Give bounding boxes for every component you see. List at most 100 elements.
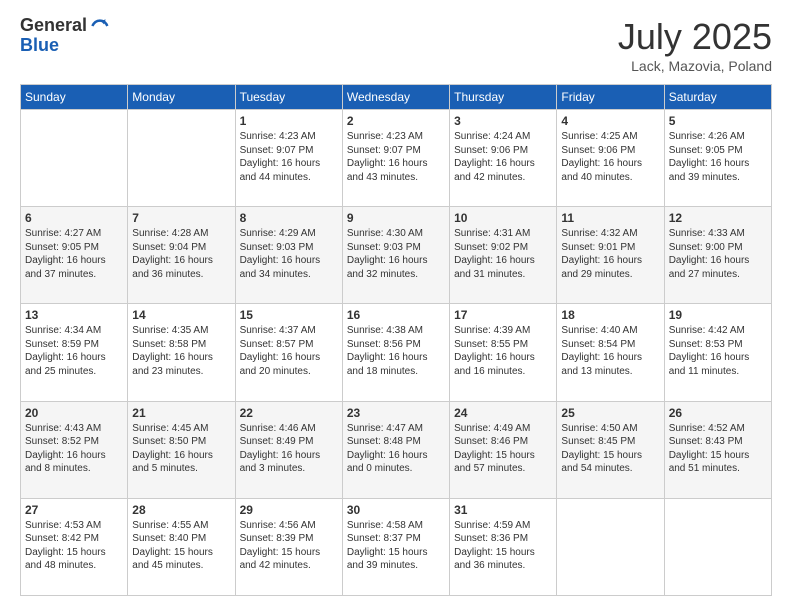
logo: General Blue [20, 16, 109, 56]
calendar-cell: 22 Sunrise: 4:46 AM Sunset: 8:49 PM Dayli… [235, 401, 342, 498]
day-info: Sunrise: 4:23 AM Sunset: 9:07 PM Dayligh… [240, 130, 338, 184]
col-thursday: Thursday [450, 85, 557, 110]
day-info: Sunrise: 4:28 AM Sunset: 9:04 PM Dayligh… [132, 227, 230, 281]
day-info: Sunrise: 4:58 AM Sunset: 8:37 PM Dayligh… [347, 519, 445, 573]
day-number: 1 [240, 114, 338, 128]
calendar-week-3: 20Sunrise: 4:43 AM Sunset: 8:52 PM Dayli… [21, 401, 772, 498]
day-number: 8 [240, 211, 338, 225]
calendar-cell: 9 Sunrise: 4:30 AM Sunset: 9:03 PM Daylig… [342, 207, 449, 304]
calendar-week-0: 1 Sunrise: 4:23 AM Sunset: 9:07 PM Daylig… [21, 110, 772, 207]
calendar-cell: 28 Sunrise: 4:55 AM Sunset: 8:40 PM Dayli… [128, 498, 235, 595]
day-number: 30 [347, 503, 445, 517]
calendar-cell: 16 Sunrise: 4:38 AM Sunset: 8:56 PM Dayli… [342, 304, 449, 401]
calendar-cell [21, 110, 128, 207]
calendar-cell: 2Sunrise: 4:23 AM Sunset: 9:07 PM Daylig… [342, 110, 449, 207]
calendar-cell: 26 Sunrise: 4:52 AM Sunset: 8:43 PM Dayli… [664, 401, 771, 498]
header: General Blue July 2025 Lack, Mazovia, Po… [20, 16, 772, 74]
calendar-cell: 30 Sunrise: 4:58 AM Sunset: 8:37 PM Dayli… [342, 498, 449, 595]
calendar-cell: 10 Sunrise: 4:31 AM Sunset: 9:02 PM Dayli… [450, 207, 557, 304]
calendar-week-4: 27Sunrise: 4:53 AM Sunset: 8:42 PM Dayli… [21, 498, 772, 595]
calendar-cell: 6 Sunrise: 4:27 AM Sunset: 9:05 PM Daylig… [21, 207, 128, 304]
calendar-cell [664, 498, 771, 595]
calendar-cell: 23 Sunrise: 4:47 AM Sunset: 8:48 PM Dayli… [342, 401, 449, 498]
calendar-cell: 14Sunrise: 4:35 AM Sunset: 8:58 PM Dayli… [128, 304, 235, 401]
day-info: Sunrise: 4:33 AM Sunset: 9:00 PM Dayligh… [669, 227, 767, 281]
page: General Blue July 2025 Lack, Mazovia, Po… [0, 0, 792, 612]
day-info: Sunrise: 4:24 AM Sunset: 9:06 PM Dayligh… [454, 130, 552, 184]
day-number: 11 [561, 211, 659, 225]
calendar-cell: 19 Sunrise: 4:42 AM Sunset: 8:53 PM Dayli… [664, 304, 771, 401]
day-number: 21 [132, 406, 230, 420]
col-friday: Friday [557, 85, 664, 110]
day-info: Sunrise: 4:31 AM Sunset: 9:02 PM Dayligh… [454, 227, 552, 281]
day-info: Sunrise: 4:56 AM Sunset: 8:39 PM Dayligh… [240, 519, 338, 573]
calendar-cell: 17 Sunrise: 4:39 AM Sunset: 8:55 PM Dayli… [450, 304, 557, 401]
day-info: Sunrise: 4:55 AM Sunset: 8:40 PM Dayligh… [132, 519, 230, 573]
day-info: Sunrise: 4:46 AM Sunset: 8:49 PM Dayligh… [240, 422, 338, 476]
day-number: 15 [240, 308, 338, 322]
day-number: 31 [454, 503, 552, 517]
day-info: Sunrise: 4:37 AM Sunset: 8:57 PM Dayligh… [240, 324, 338, 378]
day-number: 7 [132, 211, 230, 225]
day-info: Sunrise: 4:23 AM Sunset: 9:07 PM Dayligh… [347, 130, 445, 184]
logo-blue: Blue [20, 36, 109, 56]
calendar-cell: 31Sunrise: 4:59 AM Sunset: 8:36 PM Dayli… [450, 498, 557, 595]
logo-icon [89, 16, 109, 36]
day-number: 12 [669, 211, 767, 225]
logo-text: General Blue [20, 16, 109, 56]
calendar-cell: 20Sunrise: 4:43 AM Sunset: 8:52 PM Dayli… [21, 401, 128, 498]
day-number: 18 [561, 308, 659, 322]
day-number: 14 [132, 308, 230, 322]
day-number: 23 [347, 406, 445, 420]
calendar-cell: 11Sunrise: 4:32 AM Sunset: 9:01 PM Dayli… [557, 207, 664, 304]
day-info: Sunrise: 4:39 AM Sunset: 8:55 PM Dayligh… [454, 324, 552, 378]
col-tuesday: Tuesday [235, 85, 342, 110]
day-number: 24 [454, 406, 552, 420]
calendar-cell: 3Sunrise: 4:24 AM Sunset: 9:06 PM Daylig… [450, 110, 557, 207]
day-number: 16 [347, 308, 445, 322]
calendar-cell: 18 Sunrise: 4:40 AM Sunset: 8:54 PM Dayli… [557, 304, 664, 401]
day-number: 9 [347, 211, 445, 225]
day-info: Sunrise: 4:47 AM Sunset: 8:48 PM Dayligh… [347, 422, 445, 476]
calendar-cell [557, 498, 664, 595]
col-sunday: Sunday [21, 85, 128, 110]
day-info: Sunrise: 4:45 AM Sunset: 8:50 PM Dayligh… [132, 422, 230, 476]
day-info: Sunrise: 4:49 AM Sunset: 8:46 PM Dayligh… [454, 422, 552, 476]
month-title: July 2025 [618, 16, 772, 58]
day-number: 28 [132, 503, 230, 517]
col-saturday: Saturday [664, 85, 771, 110]
day-info: Sunrise: 4:25 AM Sunset: 9:06 PM Dayligh… [561, 130, 659, 184]
day-info: Sunrise: 4:50 AM Sunset: 8:45 PM Dayligh… [561, 422, 659, 476]
day-number: 10 [454, 211, 552, 225]
day-number: 22 [240, 406, 338, 420]
calendar: Sunday Monday Tuesday Wednesday Thursday… [20, 84, 772, 596]
day-number: 19 [669, 308, 767, 322]
day-info: Sunrise: 4:26 AM Sunset: 9:05 PM Dayligh… [669, 130, 767, 184]
day-number: 29 [240, 503, 338, 517]
day-number: 13 [25, 308, 123, 322]
calendar-cell: 8 Sunrise: 4:29 AM Sunset: 9:03 PM Daylig… [235, 207, 342, 304]
day-info: Sunrise: 4:40 AM Sunset: 8:54 PM Dayligh… [561, 324, 659, 378]
day-number: 6 [25, 211, 123, 225]
day-number: 26 [669, 406, 767, 420]
calendar-cell: 29 Sunrise: 4:56 AM Sunset: 8:39 PM Dayli… [235, 498, 342, 595]
calendar-cell: 24 Sunrise: 4:49 AM Sunset: 8:46 PM Dayli… [450, 401, 557, 498]
day-info: Sunrise: 4:38 AM Sunset: 8:56 PM Dayligh… [347, 324, 445, 378]
day-info: Sunrise: 4:42 AM Sunset: 8:53 PM Dayligh… [669, 324, 767, 378]
calendar-cell: 7 Sunrise: 4:28 AM Sunset: 9:04 PM Daylig… [128, 207, 235, 304]
calendar-cell: 4Sunrise: 4:25 AM Sunset: 9:06 PM Daylig… [557, 110, 664, 207]
calendar-header-row: Sunday Monday Tuesday Wednesday Thursday… [21, 85, 772, 110]
calendar-cell: 27Sunrise: 4:53 AM Sunset: 8:42 PM Dayli… [21, 498, 128, 595]
day-info: Sunrise: 4:27 AM Sunset: 9:05 PM Dayligh… [25, 227, 123, 281]
calendar-week-2: 13 Sunrise: 4:34 AM Sunset: 8:59 PM Dayli… [21, 304, 772, 401]
calendar-cell [128, 110, 235, 207]
calendar-cell: 5 Sunrise: 4:26 AM Sunset: 9:05 PM Daylig… [664, 110, 771, 207]
day-info: Sunrise: 4:52 AM Sunset: 8:43 PM Dayligh… [669, 422, 767, 476]
day-info: Sunrise: 4:30 AM Sunset: 9:03 PM Dayligh… [347, 227, 445, 281]
calendar-cell: 1 Sunrise: 4:23 AM Sunset: 9:07 PM Daylig… [235, 110, 342, 207]
day-number: 17 [454, 308, 552, 322]
day-number: 5 [669, 114, 767, 128]
day-info: Sunrise: 4:29 AM Sunset: 9:03 PM Dayligh… [240, 227, 338, 281]
day-info: Sunrise: 4:34 AM Sunset: 8:59 PM Dayligh… [25, 324, 123, 378]
col-wednesday: Wednesday [342, 85, 449, 110]
